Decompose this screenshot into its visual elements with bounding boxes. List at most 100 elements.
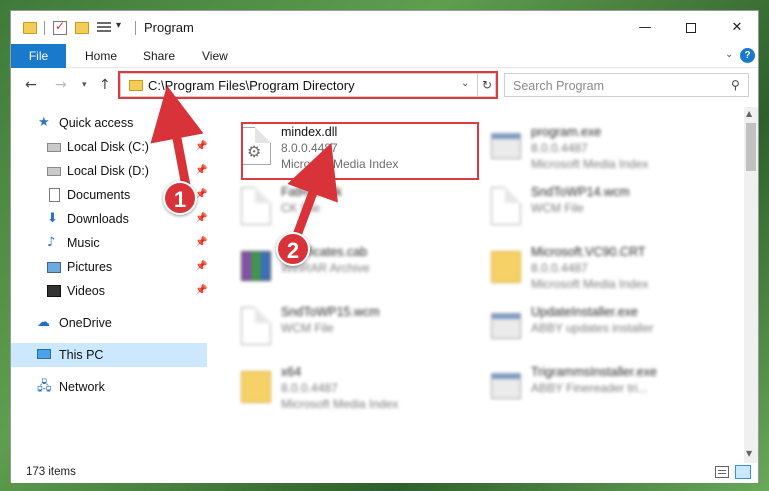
tab-share[interactable]: Share [129, 44, 189, 68]
file-name: program.exe [531, 125, 602, 139]
file-description: Microsoft Media Index [531, 157, 649, 171]
documents-icon [49, 188, 60, 202]
close-button[interactable]: ✕ [714, 11, 760, 44]
exe-icon [491, 373, 521, 399]
expand-ribbon-icon[interactable]: ⌄ [725, 49, 733, 60]
file-item-sndtowp14[interactable]: SndToWP14.wcm WCM File [485, 181, 730, 239]
pin-icon: 📌 [195, 261, 208, 272]
file-version: 8.0.0.4487 [531, 141, 588, 155]
tab-file[interactable]: File [11, 44, 66, 68]
file-item-trigrammsinstaller[interactable]: TrigrammsInstaller.exe ABBY Finereader t… [485, 361, 730, 419]
forward-arrow-icon[interactable]: → [55, 77, 67, 93]
file-icon [241, 307, 271, 345]
pin-icon: 📌 [195, 213, 208, 224]
back-arrow-icon[interactable]: ← [25, 77, 37, 93]
customize-toolbar-dropdown-icon[interactable]: ▾ [116, 20, 121, 31]
file-item-certificates-cab[interactable]: Certificates.cab WinRAR Archive [235, 241, 480, 299]
file-list: ⚙ mindex.dll 8.0.0.4487 Microsoft Media … [219, 107, 743, 467]
address-bar-highlight [118, 71, 498, 99]
file-type: CK File [281, 201, 321, 215]
scroll-down-icon[interactable]: ▼ [746, 449, 752, 458]
file-item-program-exe[interactable]: program.exe 8.0.0.4487 Microsoft Media I… [485, 121, 730, 179]
pin-icon: 📌 [195, 141, 208, 152]
sidebar-item-label: Pictures [67, 260, 113, 274]
file-name: x64 [281, 365, 302, 379]
star-icon: ★ [38, 115, 50, 130]
sidebar-item-quick-access[interactable]: ★ Quick access [33, 111, 209, 135]
file-name: SndToWP14.wcm [531, 185, 630, 199]
tab-home[interactable]: Home [71, 44, 131, 68]
file-item-x64[interactable]: x64 8.0.0.4487 Microsoft Media Index [235, 361, 480, 419]
maximize-icon [686, 22, 696, 33]
file-version: 8.0.0.4487 [281, 381, 338, 395]
scroll-up-icon[interactable]: ▲ [746, 109, 752, 118]
file-name: UpdateInstaller.exe [531, 305, 639, 319]
file-item-fatroot[interactable]: FatRoot.rjk CK File [235, 181, 480, 239]
videos-icon [47, 285, 61, 297]
details-view-icon[interactable] [715, 466, 729, 478]
file-explorer-window: ▾ Program — ✕ File Home Share View ⌄ ? ←… [10, 10, 759, 483]
navigation-pane: ★ Quick access Local Disk (C:) 📌 Local D… [11, 107, 209, 467]
search-box[interactable]: Search Program ⚲ [504, 73, 749, 97]
exe-icon [491, 133, 521, 159]
scroll-thumb[interactable] [746, 123, 756, 171]
network-icon: 🖧 [37, 379, 52, 394]
sidebar-item-music[interactable]: ♪ Music 📌 [33, 231, 209, 255]
file-item-sndtowp15[interactable]: SndToWP15.wcm WCM File [235, 301, 480, 359]
properties-icon[interactable] [97, 22, 111, 34]
properties-check-icon[interactable] [53, 19, 67, 35]
sidebar-item-videos[interactable]: Videos 📌 [33, 279, 209, 303]
file-version: 8.0.0.4487 [531, 261, 588, 275]
step-1-badge: 1 [163, 181, 197, 215]
search-input[interactable]: Search Program [513, 79, 604, 93]
pin-icon: 📌 [195, 285, 208, 296]
file-description: ABBY updates installer [531, 321, 654, 335]
sidebar-item-local-disk-c[interactable]: Local Disk (C:) 📌 [33, 135, 209, 159]
computer-icon [37, 349, 51, 359]
search-icon[interactable]: ⚲ [731, 78, 740, 92]
recent-locations-chevron-icon[interactable]: ▾ [82, 80, 87, 90]
vertical-scrollbar[interactable]: ▲ ▼ [744, 107, 758, 463]
divider [44, 21, 45, 35]
music-icon: ♪ [47, 235, 56, 250]
file-description: Microsoft Media Index [281, 397, 399, 411]
cloud-icon: ☁ [37, 315, 50, 330]
file-description: Microsoft Media Index [531, 277, 649, 291]
file-description: ABBY Finereader tri... [531, 381, 648, 395]
sidebar-item-label: Network [59, 380, 105, 394]
sidebar-item-label: Videos [67, 284, 105, 298]
file-highlight-box [241, 122, 479, 180]
divider [135, 21, 136, 35]
file-icon [491, 187, 521, 225]
sidebar-item-label: Downloads [67, 212, 129, 226]
sidebar-item-this-pc[interactable]: This PC [11, 343, 207, 367]
help-icon[interactable]: ? [740, 48, 755, 63]
folder-icon [23, 22, 37, 34]
sidebar-item-local-disk-d[interactable]: Local Disk (D:) 📌 [33, 159, 209, 183]
pin-icon: 📌 [195, 165, 208, 176]
minimize-button[interactable]: — [622, 11, 668, 44]
sidebar-item-label: OneDrive [59, 316, 112, 330]
new-folder-icon[interactable] [75, 22, 89, 34]
pictures-icon [47, 262, 61, 273]
up-arrow-icon[interactable]: ↑ [99, 77, 111, 93]
sidebar-item-pictures[interactable]: Pictures 📌 [33, 255, 209, 279]
item-count: 173 items [26, 466, 76, 478]
sidebar-item-network[interactable]: 🖧 Network [33, 375, 209, 399]
maximize-button[interactable] [668, 11, 714, 44]
title-bar: ▾ Program — ✕ [11, 11, 758, 44]
file-item-vc90-crt[interactable]: Microsoft.VC90.CRT 8.0.0.4487 Microsoft … [485, 241, 730, 299]
file-item-updateinstaller[interactable]: UpdateInstaller.exe ABBY updates install… [485, 301, 730, 359]
sidebar-item-onedrive[interactable]: ☁ OneDrive [33, 311, 209, 335]
large-icons-view-icon[interactable] [735, 465, 751, 479]
sidebar-item-label: Local Disk (C:) [67, 140, 149, 154]
file-icon [241, 187, 271, 225]
download-icon: ⬇ [47, 211, 58, 226]
ribbon-tabs: File Home Share View ⌄ ? [11, 44, 758, 68]
sidebar-item-label: Quick access [59, 116, 134, 130]
tab-view[interactable]: View [188, 44, 242, 68]
file-type: WCM File [531, 201, 584, 215]
file-name: SndToWP15.wcm [281, 305, 380, 319]
exe-icon [491, 313, 521, 339]
sidebar-item-label: Documents [67, 188, 131, 202]
